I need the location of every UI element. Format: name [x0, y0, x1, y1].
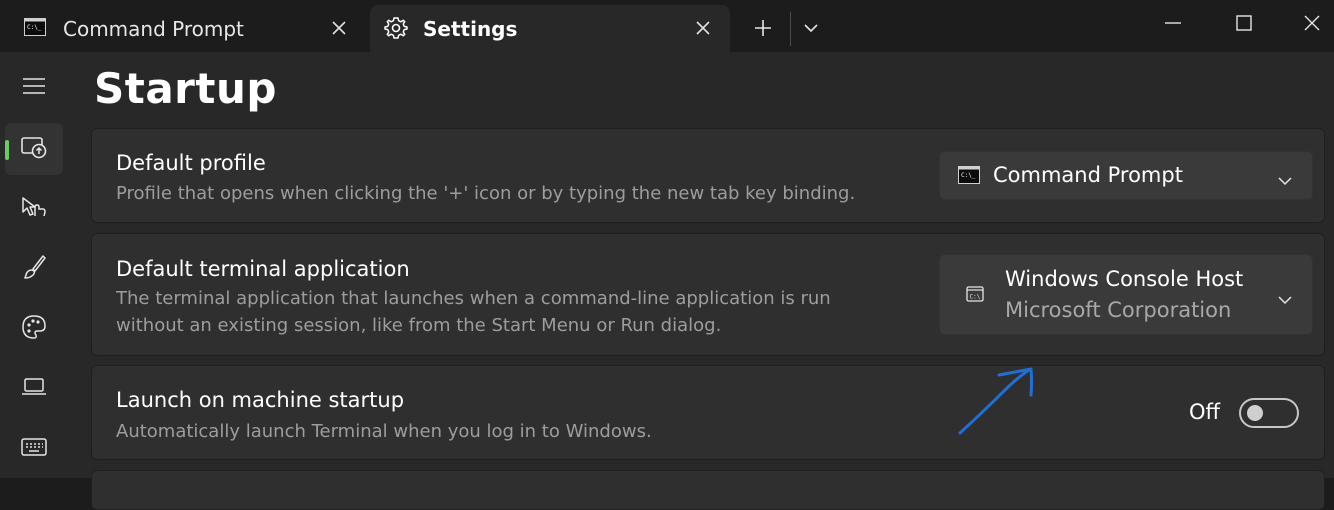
dropdown-value: Command Prompt: [993, 163, 1183, 187]
setting-description-line-2: without an existing session, like from t…: [116, 315, 722, 336]
gear-icon: [384, 16, 408, 44]
sidebar-item-rendering[interactable]: [5, 363, 63, 415]
setting-title: Launch on machine startup: [116, 388, 405, 412]
startup-icon: [20, 135, 48, 163]
minimize-icon[interactable]: [1158, 10, 1188, 36]
sidebar-item-color-schemes[interactable]: [5, 303, 63, 355]
new-tab-icon[interactable]: [749, 14, 777, 42]
hamburger-menu-icon: [22, 77, 46, 99]
hamburger-menu-button[interactable]: [5, 62, 63, 114]
svg-text:C:\: C:\: [970, 294, 981, 301]
close-icon[interactable]: [1297, 9, 1327, 37]
setting-title: Default profile: [116, 151, 266, 175]
settings-sidebar: [0, 52, 72, 478]
console-host-icon: C:\: [966, 286, 984, 306]
chevron-down-icon: [1278, 171, 1292, 190]
setting-description: Automatically launch Terminal when you l…: [116, 421, 652, 442]
selected-indicator: [5, 140, 9, 160]
launch-on-startup-toggle[interactable]: [1239, 398, 1299, 428]
annotation-arrow: [955, 365, 1040, 441]
chevron-down-icon: [1278, 290, 1292, 309]
default-profile-card: Default profile Profile that opens when …: [91, 128, 1325, 223]
launch-on-startup-card: Launch on machine startup Automatically …: [91, 365, 1325, 460]
close-tab-icon[interactable]: [326, 15, 352, 41]
appearance-brush-icon: [21, 254, 47, 284]
title-bar: C:\_ Command Prompt Settings: [0, 0, 1334, 52]
sidebar-item-interaction[interactable]: [5, 183, 63, 235]
page-title: Startup: [94, 64, 277, 113]
setting-description-line-1: The terminal application that launches w…: [116, 288, 831, 309]
toggle-knob: [1247, 405, 1263, 421]
setting-title: Default terminal application: [116, 257, 410, 281]
settings-content: Startup Default profile Profile that ope…: [72, 52, 1334, 510]
terminal-icon: C:\_: [958, 166, 980, 188]
sidebar-item-startup[interactable]: [5, 123, 63, 175]
sidebar-item-appearance[interactable]: [5, 243, 63, 295]
sidebar-item-actions[interactable]: [5, 423, 63, 475]
interaction-icon: [20, 195, 48, 223]
setting-description: Profile that opens when clicking the '+'…: [116, 183, 856, 204]
default-terminal-dropdown[interactable]: C:\ Windows Console Host Microsoft Corpo…: [939, 254, 1313, 335]
svg-text:C:\_: C:\_: [27, 24, 42, 31]
color-palette-icon: [21, 314, 47, 344]
default-terminal-card: Default terminal application The termina…: [91, 233, 1325, 356]
terminal-icon: C:\_: [24, 18, 46, 40]
titlebar-divider: [790, 12, 791, 46]
dropdown-value-publisher: Microsoft Corporation: [1005, 298, 1232, 322]
tab-settings[interactable]: Settings: [370, 5, 730, 52]
dropdown-value: Windows Console Host: [1005, 267, 1244, 291]
next-setting-card: [91, 470, 1325, 510]
keyboard-icon: [20, 436, 48, 462]
tab-label: Command Prompt: [63, 17, 244, 41]
maximize-icon[interactable]: [1229, 9, 1259, 37]
rendering-laptop-icon: [20, 376, 48, 402]
svg-text:C:\_: C:\_: [961, 172, 976, 179]
tab-command-prompt[interactable]: C:\_ Command Prompt: [8, 5, 366, 52]
default-profile-dropdown[interactable]: C:\_ Command Prompt: [939, 151, 1313, 200]
dropdown-chevron-icon[interactable]: [798, 14, 824, 42]
toggle-state-label: Off: [1189, 400, 1220, 424]
close-tab-icon[interactable]: [690, 15, 716, 41]
tab-label: Settings: [423, 17, 518, 41]
